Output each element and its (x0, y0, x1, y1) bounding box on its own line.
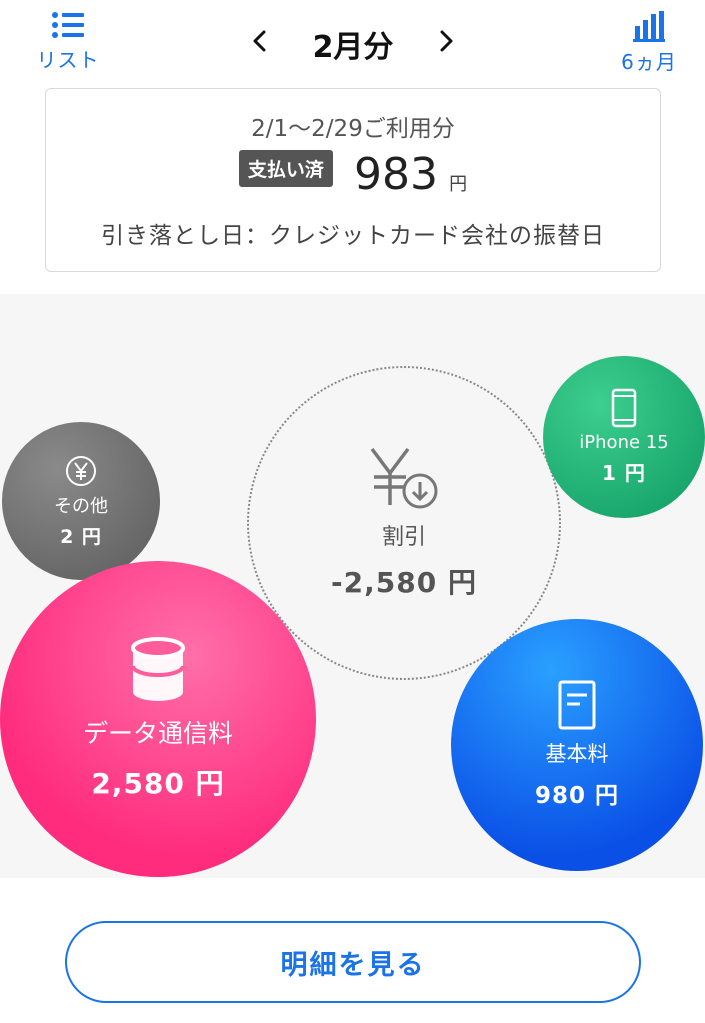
smartphone-icon (611, 388, 637, 428)
view-details-button[interactable]: 明細を見る (65, 921, 641, 1003)
data-charge-value: 2,580 円 (91, 767, 225, 800)
document-icon (558, 680, 596, 730)
next-month-button[interactable] (432, 26, 462, 56)
data-charge-bubble[interactable]: データ通信料 2,580 円 (0, 561, 316, 877)
data-charge-label: データ通信料 (82, 719, 233, 748)
list-icon (52, 12, 84, 38)
billing-summary-card: 2/1〜2/29ご利用分 支払い済 983 円 引き落とし日：クレジットカード会… (45, 88, 661, 272)
list-view-label: リスト (36, 48, 100, 72)
six-month-label: 6ヵ月 (621, 50, 677, 74)
total-amount: 983 (354, 149, 438, 200)
other-charges-value: 2 円 (60, 525, 102, 548)
top-bar: リスト 2月分 6ヵ月 (0, 0, 705, 88)
database-cylinder-icon (131, 637, 185, 701)
status-badge: 支払い済 (238, 150, 333, 187)
billing-screen: リスト 2月分 6ヵ月 2/1〜2/29ご利用分 支払い済 983 円 引き落と… (0, 0, 705, 1023)
month-title: 2月分 (312, 30, 394, 65)
yen-circle-icon (66, 455, 96, 486)
bar-chart-icon (633, 11, 665, 42)
basic-fee-bubble[interactable]: 基本料 980 円 (451, 619, 703, 871)
yen-down-icon (370, 447, 438, 509)
discount-value: -2,580 円 (331, 566, 477, 599)
six-month-view-button[interactable]: 6ヵ月 (609, 10, 689, 75)
device-charge-value: 1 円 (602, 461, 646, 485)
device-charge-label: iPhone 15 (579, 432, 669, 453)
discount-bubble[interactable]: 割引 -2,580 円 (247, 366, 561, 680)
other-charges-bubble[interactable]: その他 2 円 (2, 422, 160, 580)
total-currency-unit: 円 (449, 173, 468, 195)
other-charges-label: その他 (54, 495, 108, 517)
chevron-right-icon (440, 30, 453, 52)
basic-fee-label: 基本料 (545, 742, 609, 766)
total-amount-row: 支払い済 983 円 (46, 149, 660, 200)
debit-date-info: 引き落とし日：クレジットカード会社の振替日 (101, 223, 605, 249)
device-charge-bubble[interactable]: iPhone 15 1 円 (543, 356, 705, 518)
charge-breakdown-area: その他 2 円 割引 -2,580 円 iPhone 15 1 円 データ通信料… (0, 294, 705, 878)
chevron-left-icon (253, 30, 266, 52)
basic-fee-value: 980 円 (534, 783, 620, 809)
discount-label: 割引 (381, 525, 426, 550)
list-view-button[interactable]: リスト (22, 10, 114, 73)
month-navigator: 2月分 (238, 20, 468, 66)
prev-month-button[interactable] (244, 26, 274, 56)
billing-period: 2/1〜2/29ご利用分 (251, 116, 455, 142)
